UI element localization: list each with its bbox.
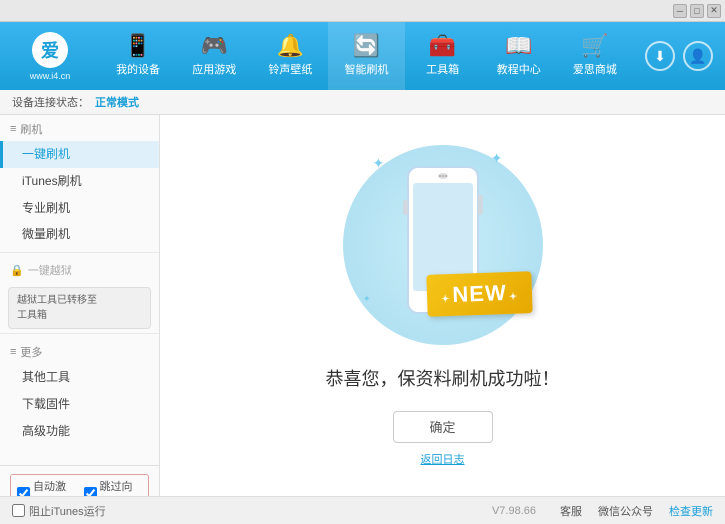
sidebar-info-box: 越狱工具已转移至工具箱 <box>8 287 151 329</box>
sidebar-item-other-tools[interactable]: 其他工具 <box>0 364 159 391</box>
sidebar-section-flash: ≡ 刷机 <box>0 115 159 141</box>
close-button[interactable]: ✕ <box>707 4 721 18</box>
top-navigation: 爱 www.i4.cn 📱 我的设备 🎮 应用游戏 🔔 铃声壁纸 🔄 智能刷机 … <box>0 22 725 90</box>
toolbox-icon: 🧰 <box>429 35 456 57</box>
nav-store-label: 爱思商城 <box>573 61 617 77</box>
success-message: 恭喜您，保资料刷机成功啦！ <box>326 365 560 391</box>
device-panel: 自动激活 跳过向导 📱 iPhone 12 mini 64GB Down-12m… <box>0 465 159 496</box>
smart-flash-icon: 🔄 <box>353 35 380 57</box>
nav-items: 📱 我的设备 🎮 应用游戏 🔔 铃声壁纸 🔄 智能刷机 🧰 工具箱 📖 教程中心… <box>100 22 633 90</box>
title-bar: ─ □ ✕ <box>0 0 725 22</box>
status-bar: 设备连接状态： 正常模式 <box>0 90 725 115</box>
skip-wizard-checkbox[interactable]: 跳过向导 <box>84 478 143 496</box>
sidebar-section-more: ≡ 更多 <box>0 338 159 364</box>
sidebar-item-advanced[interactable]: 高级功能 <box>0 418 159 445</box>
sidebar-item-micro-flash[interactable]: 微量刷机 <box>0 221 159 248</box>
window-controls[interactable]: ─ □ ✕ <box>673 4 721 18</box>
flash-section-icon: ≡ <box>10 123 16 135</box>
ringtone-icon: 🔔 <box>277 35 304 57</box>
nav-ringtone[interactable]: 🔔 铃声壁纸 <box>252 22 328 90</box>
nav-apps-games[interactable]: 🎮 应用游戏 <box>176 22 252 90</box>
content-area: ✦ ✦ ✦ NEW <box>160 115 725 496</box>
sparkle-3: ✦ <box>363 294 371 305</box>
download-button[interactable]: ⬇ <box>645 41 675 71</box>
nav-tutorial-label: 教程中心 <box>497 61 541 77</box>
version-label: V7.98.66 <box>492 505 536 517</box>
block-itunes-checkbox[interactable] <box>12 504 25 517</box>
apps-games-icon: 🎮 <box>201 35 228 57</box>
flash-section-label: 刷机 <box>20 121 42 137</box>
locked-label: 一键越狱 <box>28 262 72 278</box>
phone-illustration: ✦ ✦ ✦ NEW <box>343 145 543 345</box>
logo-subtitle: www.i4.cn <box>30 71 71 81</box>
bottom-bar: 阻止iTunes运行 V7.98.66 客服 微信公众号 检查更新 <box>0 496 725 524</box>
sidebar-divider-1 <box>0 252 159 253</box>
confirm-button[interactable]: 确定 <box>393 411 493 443</box>
nav-right-controls: ⬇ 👤 <box>633 22 725 90</box>
sidebar-item-itunes-flash[interactable]: iTunes刷机 <box>0 168 159 195</box>
sidebar-item-one-key-flash[interactable]: 一键刷机 <box>0 141 159 168</box>
sparkle-1: ✦ <box>373 155 385 172</box>
minimize-button[interactable]: ─ <box>673 4 687 18</box>
bottom-right: V7.98.66 客服 微信公众号 检查更新 <box>492 503 713 519</box>
nav-tutorial[interactable]: 📖 教程中心 <box>481 22 557 90</box>
service-link[interactable]: 客服 <box>560 503 582 519</box>
auto-activate-input[interactable] <box>17 487 30 496</box>
skip-wizard-input[interactable] <box>84 487 97 496</box>
logo-icon: 爱 <box>32 32 68 68</box>
block-itunes-label: 阻止iTunes运行 <box>29 503 106 519</box>
sidebar-divider-2 <box>0 333 159 334</box>
sidebar-item-pro-flash[interactable]: 专业刷机 <box>0 195 159 222</box>
status-label: 设备连接状态： <box>12 94 89 110</box>
status-value: 正常模式 <box>95 94 139 110</box>
sidebar: ≡ 刷机 一键刷机 iTunes刷机 专业刷机 微量刷机 🔒 一键越狱 越狱工具… <box>0 115 160 496</box>
more-section-icon: ≡ <box>10 346 16 358</box>
tutorial-icon: 📖 <box>505 35 532 57</box>
nav-my-device-label: 我的设备 <box>116 61 160 77</box>
nav-smart-flash[interactable]: 🔄 智能刷机 <box>328 22 404 90</box>
back-log-link[interactable]: 返回日志 <box>421 451 465 467</box>
main-layout: ≡ 刷机 一键刷机 iTunes刷机 专业刷机 微量刷机 🔒 一键越狱 越狱工具… <box>0 115 725 496</box>
nav-apps-games-label: 应用游戏 <box>192 61 236 77</box>
sparkle-2: ✦ <box>491 150 503 167</box>
logo-area: 爱 www.i4.cn <box>0 22 100 90</box>
nav-toolbox-label: 工具箱 <box>426 61 459 77</box>
user-button[interactable]: 👤 <box>683 41 713 71</box>
nav-ringtone-label: 铃声壁纸 <box>268 61 312 77</box>
new-badge: NEW <box>427 271 534 317</box>
store-icon: 🛒 <box>581 35 608 57</box>
sidebar-locked-jailbreak: 🔒 一键越狱 <box>0 257 159 283</box>
auto-activate-checkbox[interactable]: 自动激活 <box>17 478 76 496</box>
my-device-icon: 📱 <box>124 35 151 57</box>
sidebar-item-download-firmware[interactable]: 下载固件 <box>0 391 159 418</box>
bottom-left: 阻止iTunes运行 <box>12 503 492 519</box>
more-section-label: 更多 <box>20 344 42 360</box>
nav-smart-flash-label: 智能刷机 <box>344 61 388 77</box>
update-link[interactable]: 检查更新 <box>669 503 713 519</box>
checkbox-outline: 自动激活 跳过向导 <box>10 474 149 496</box>
nav-toolbox[interactable]: 🧰 工具箱 <box>405 22 481 90</box>
lock-icon: 🔒 <box>10 264 24 277</box>
nav-my-device[interactable]: 📱 我的设备 <box>100 22 176 90</box>
nav-store[interactable]: 🛒 爱思商城 <box>557 22 633 90</box>
maximize-button[interactable]: □ <box>690 4 704 18</box>
wechat-link[interactable]: 微信公众号 <box>598 503 653 519</box>
